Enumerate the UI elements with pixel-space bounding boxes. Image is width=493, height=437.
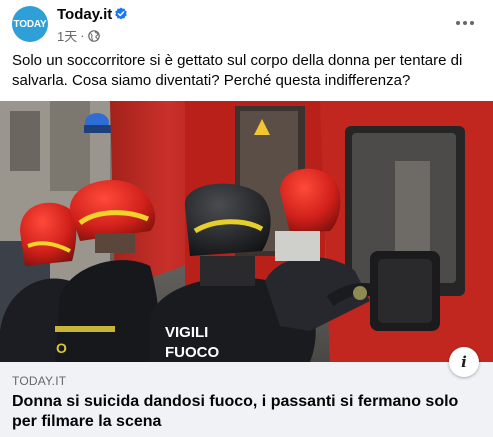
link-headline[interactable]: Donna si suicida dandosi fuoco, i passan… xyxy=(12,392,482,432)
link-preview[interactable]: i TODAY.IT Donna si suicida dandosi fuoc… xyxy=(0,347,493,437)
page-name-link[interactable]: Today.it xyxy=(57,6,112,23)
more-options-dot xyxy=(463,21,467,25)
facebook-post: TODAY Today.it 1天 · Solo un soccorritore… xyxy=(0,0,493,437)
more-options-icon xyxy=(456,21,460,25)
jacket-text-fuoco: FUOCO xyxy=(165,344,219,361)
more-options-dot xyxy=(470,21,474,25)
more-options-button[interactable] xyxy=(451,9,479,37)
post-message: Solo un soccorritore si è gettato sul co… xyxy=(12,52,463,89)
link-domain: TODAY.IT xyxy=(12,374,67,388)
jacket-text-left: O xyxy=(56,340,67,356)
meta-separator: · xyxy=(80,28,85,43)
post-timestamp[interactable]: 1天 xyxy=(57,26,77,45)
jacket-text-vigili: VIGILI xyxy=(165,324,208,341)
post-photo[interactable]: VIGILI FUOCO O xyxy=(0,101,493,362)
firefighters-photo: VIGILI FUOCO O xyxy=(0,101,493,362)
verified-badge-icon xyxy=(115,7,127,20)
avatar-label: TODAY xyxy=(13,18,47,30)
post-header: TODAY Today.it 1天 · xyxy=(0,0,493,48)
info-button[interactable]: i xyxy=(449,347,479,377)
post-meta: 1天 · xyxy=(57,26,100,45)
globe-icon xyxy=(87,29,100,42)
info-icon: i xyxy=(461,353,467,371)
page-avatar[interactable]: TODAY xyxy=(12,6,48,42)
